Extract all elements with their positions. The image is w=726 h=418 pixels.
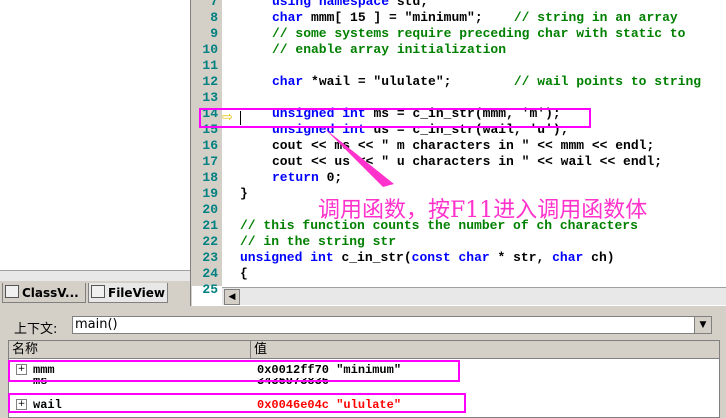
- highlight-wail-row: [8, 393, 466, 413]
- context-bar: 上下文: main() ▼: [0, 314, 726, 338]
- context-select[interactable]: main() ▼: [72, 316, 712, 334]
- highlight-mmm-row: [8, 360, 460, 382]
- variables-header: 名称 值: [9, 341, 719, 359]
- context-value: main(): [75, 317, 118, 332]
- chevron-down-icon[interactable]: ▼: [694, 317, 711, 333]
- column-name-header[interactable]: 名称: [9, 341, 251, 358]
- annotation-text: 调用函数，按F11进入调用函数体: [318, 198, 648, 223]
- context-label: 上下文:: [14, 322, 58, 337]
- column-value-header[interactable]: 值: [251, 341, 719, 358]
